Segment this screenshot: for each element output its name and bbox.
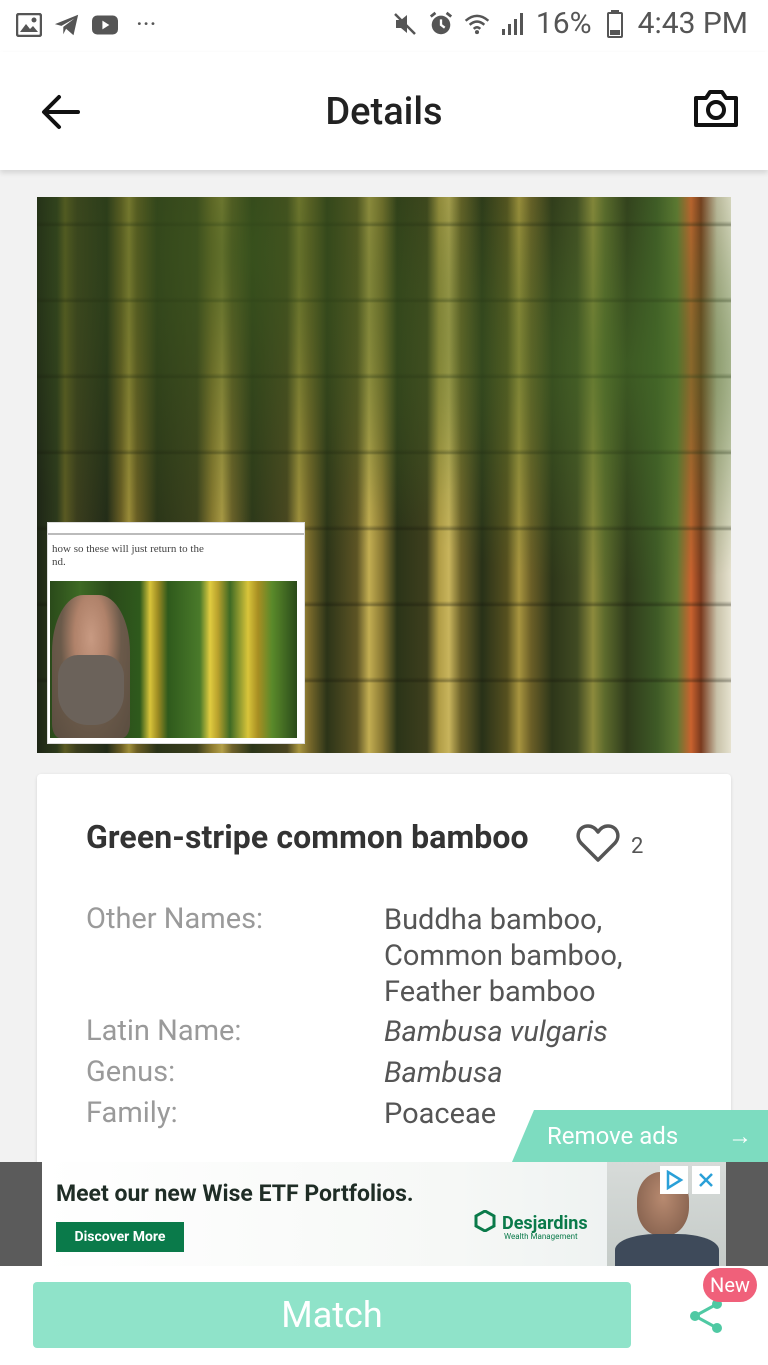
page-title: Details — [325, 90, 443, 134]
app-bar: Details — [0, 52, 768, 170]
ad-headline: Meet our new Wise ETF Portfolios. — [56, 1180, 414, 1207]
other-names-label: Other Names: — [86, 902, 264, 936]
alarm-icon — [428, 11, 454, 37]
like-button[interactable] — [575, 824, 621, 866]
overflow-dots: ··· — [136, 10, 157, 40]
family-value: Poaceae — [384, 1097, 497, 1131]
adchoices-icon[interactable] — [660, 1166, 688, 1194]
ad-close-icon[interactable] — [692, 1166, 720, 1194]
inset-caption: how so these will just return to the nd. — [52, 543, 204, 569]
latin-name-label: Latin Name: — [86, 1014, 242, 1048]
battery-percent: 16% — [535, 6, 592, 41]
new-badge: New — [703, 1268, 757, 1302]
ad-banner[interactable]: Meet our new Wise ETF Portfolios. Discov… — [42, 1162, 726, 1266]
ad-banner-strip: Meet our new Wise ETF Portfolios. Discov… — [0, 1162, 768, 1266]
ad-brand-name: Desjardins — [502, 1213, 588, 1234]
clock: 4:43 PM — [637, 6, 748, 41]
battery-icon — [602, 9, 628, 38]
remove-ads-label: Remove ads — [547, 1122, 679, 1150]
inset-caption-line: how so these will just return to the — [52, 543, 204, 555]
wifi-icon — [464, 11, 490, 37]
status-bar: ··· 16% 4:43 PM — [0, 0, 768, 52]
signal-icon — [500, 11, 526, 37]
other-names-value: Buddha bamboo, Common bamboo, Feather ba… — [384, 902, 623, 1010]
inset-thumbnail: how so these will just return to the nd. — [47, 522, 305, 744]
mute-icon — [392, 11, 418, 37]
share-icon — [687, 1297, 725, 1339]
ad-brand-sub: Wealth Management — [504, 1232, 578, 1241]
heart-icon — [576, 823, 620, 867]
match-button[interactable]: Match — [33, 1282, 631, 1348]
telegram-icon — [54, 12, 80, 38]
like-count: 2 — [631, 834, 644, 859]
ad-person-body — [615, 1234, 719, 1266]
genus-value: Bambusa — [384, 1056, 503, 1090]
inset-caption-line: nd. — [52, 556, 66, 568]
youtube-icon — [92, 12, 118, 38]
family-label: Family: — [86, 1096, 178, 1130]
genus-label: Genus: — [86, 1055, 176, 1089]
bottom-bar: Match — [0, 1266, 768, 1365]
inset-photo — [50, 581, 297, 738]
ad-cta-button[interactable]: Discover More — [56, 1222, 184, 1252]
remove-ads-button[interactable]: Remove ads → — [512, 1110, 768, 1162]
other-name: Feather bamboo — [384, 975, 596, 1009]
inset-divider — [48, 533, 304, 535]
latin-name-value: Bambusa vulgaris — [384, 1015, 608, 1049]
camera-icon — [693, 88, 739, 132]
person-beard — [58, 655, 124, 725]
camera-button[interactable] — [690, 84, 742, 136]
plant-name: Green-stripe common bamboo — [86, 818, 529, 856]
image-icon — [16, 12, 42, 38]
other-name: Buddha bamboo, — [384, 903, 603, 937]
desjardins-logo-icon — [474, 1209, 496, 1237]
plant-photo[interactable]: how so these will just return to the nd. — [37, 197, 731, 753]
share-button[interactable] — [684, 1296, 728, 1340]
arrow-right-icon: → — [728, 1122, 752, 1150]
other-name: Common bamboo, — [384, 939, 623, 973]
